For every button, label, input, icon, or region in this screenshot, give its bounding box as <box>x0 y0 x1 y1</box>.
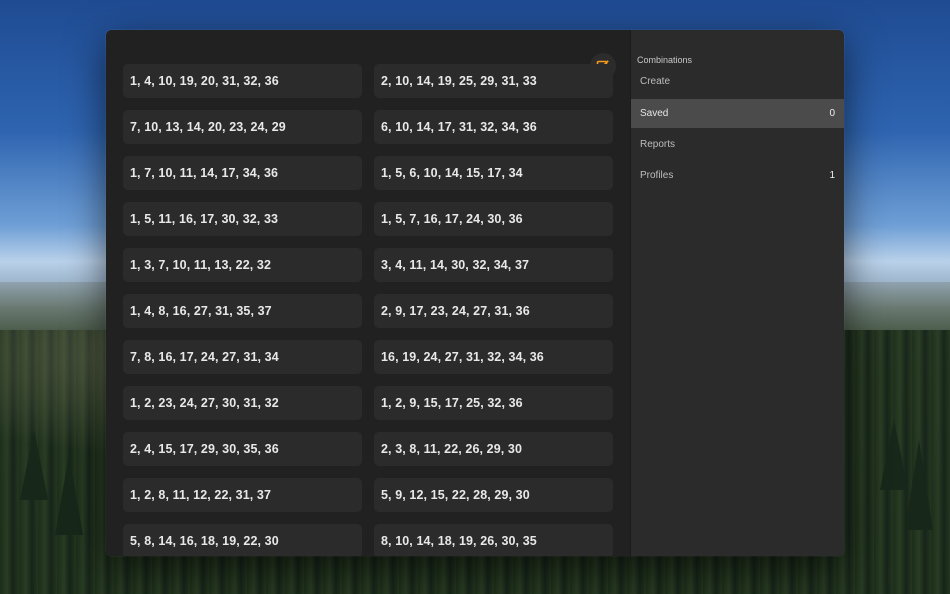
wallpaper-tree <box>905 440 933 530</box>
combination-card[interactable]: 1, 5, 7, 16, 17, 24, 30, 36 <box>374 202 613 236</box>
app-window: 1, 4, 10, 19, 20, 31, 32, 36 2, 10, 14, 1… <box>106 30 844 556</box>
combination-card[interactable]: 5, 8, 14, 16, 18, 19, 22, 30 <box>123 524 362 556</box>
combinations-grid: 1, 4, 10, 19, 20, 31, 32, 36 2, 10, 14, 1… <box>123 64 613 556</box>
combination-card[interactable]: 8, 10, 14, 18, 19, 26, 30, 35 <box>374 524 613 556</box>
combination-card[interactable]: 1, 2, 23, 24, 27, 30, 31, 32 <box>123 386 362 420</box>
combination-card[interactable]: 1, 5, 6, 10, 14, 15, 17, 34 <box>374 156 613 190</box>
combination-card[interactable]: 1, 4, 10, 19, 20, 31, 32, 36 <box>123 64 362 98</box>
combination-card[interactable]: 16, 19, 24, 27, 31, 32, 34, 36 <box>374 340 613 374</box>
combination-card[interactable]: 2, 9, 17, 23, 24, 27, 31, 36 <box>374 294 613 328</box>
combination-card[interactable]: 5, 9, 12, 15, 22, 28, 29, 30 <box>374 478 613 512</box>
combination-card[interactable]: 7, 10, 13, 14, 20, 23, 24, 29 <box>123 110 362 144</box>
sidebar-item-count: 0 <box>829 108 835 119</box>
sidebar-item-reports[interactable]: Reports <box>631 130 844 159</box>
sidebar-item-saved[interactable]: Saved 0 <box>631 99 844 128</box>
sidebar-item-label: Create <box>640 76 671 87</box>
combination-card[interactable]: 2, 3, 8, 11, 22, 26, 29, 30 <box>374 432 613 466</box>
combination-card[interactable]: 1, 4, 8, 16, 27, 31, 35, 37 <box>123 294 362 328</box>
wallpaper-tree <box>880 420 908 490</box>
combination-card[interactable]: 1, 2, 9, 15, 17, 25, 32, 36 <box>374 386 613 420</box>
sidebar: Combinations Create Saved 0 Reports Prof… <box>630 30 844 556</box>
sidebar-item-count: 1 <box>829 170 835 181</box>
sidebar-item-create[interactable]: Create <box>631 67 844 96</box>
wallpaper-tree <box>55 455 83 535</box>
combination-card[interactable]: 1, 2, 8, 11, 12, 22, 31, 37 <box>123 478 362 512</box>
sidebar-item-label: Saved <box>640 108 669 119</box>
sidebar-item-label: Reports <box>640 139 676 150</box>
combination-card[interactable]: 1, 7, 10, 11, 14, 17, 34, 36 <box>123 156 362 190</box>
combination-card[interactable]: 1, 3, 7, 10, 11, 13, 22, 32 <box>123 248 362 282</box>
combination-card[interactable]: 6, 10, 14, 17, 31, 32, 34, 36 <box>374 110 613 144</box>
combination-card[interactable]: 1, 5, 11, 16, 17, 30, 32, 33 <box>123 202 362 236</box>
wallpaper-tree <box>20 430 48 500</box>
combination-card[interactable]: 2, 10, 14, 19, 25, 29, 31, 33 <box>374 64 613 98</box>
combinations-content: 1, 4, 10, 19, 20, 31, 32, 36 2, 10, 14, 1… <box>106 30 630 556</box>
sidebar-item-profiles[interactable]: Profiles 1 <box>631 161 844 190</box>
combination-card[interactable]: 3, 4, 11, 14, 30, 32, 34, 37 <box>374 248 613 282</box>
combination-card[interactable]: 7, 8, 16, 17, 24, 27, 31, 34 <box>123 340 362 374</box>
combination-card[interactable]: 2, 4, 15, 17, 29, 30, 35, 36 <box>123 432 362 466</box>
sidebar-section-header: Combinations <box>637 55 693 65</box>
sidebar-item-label: Profiles <box>640 170 674 181</box>
